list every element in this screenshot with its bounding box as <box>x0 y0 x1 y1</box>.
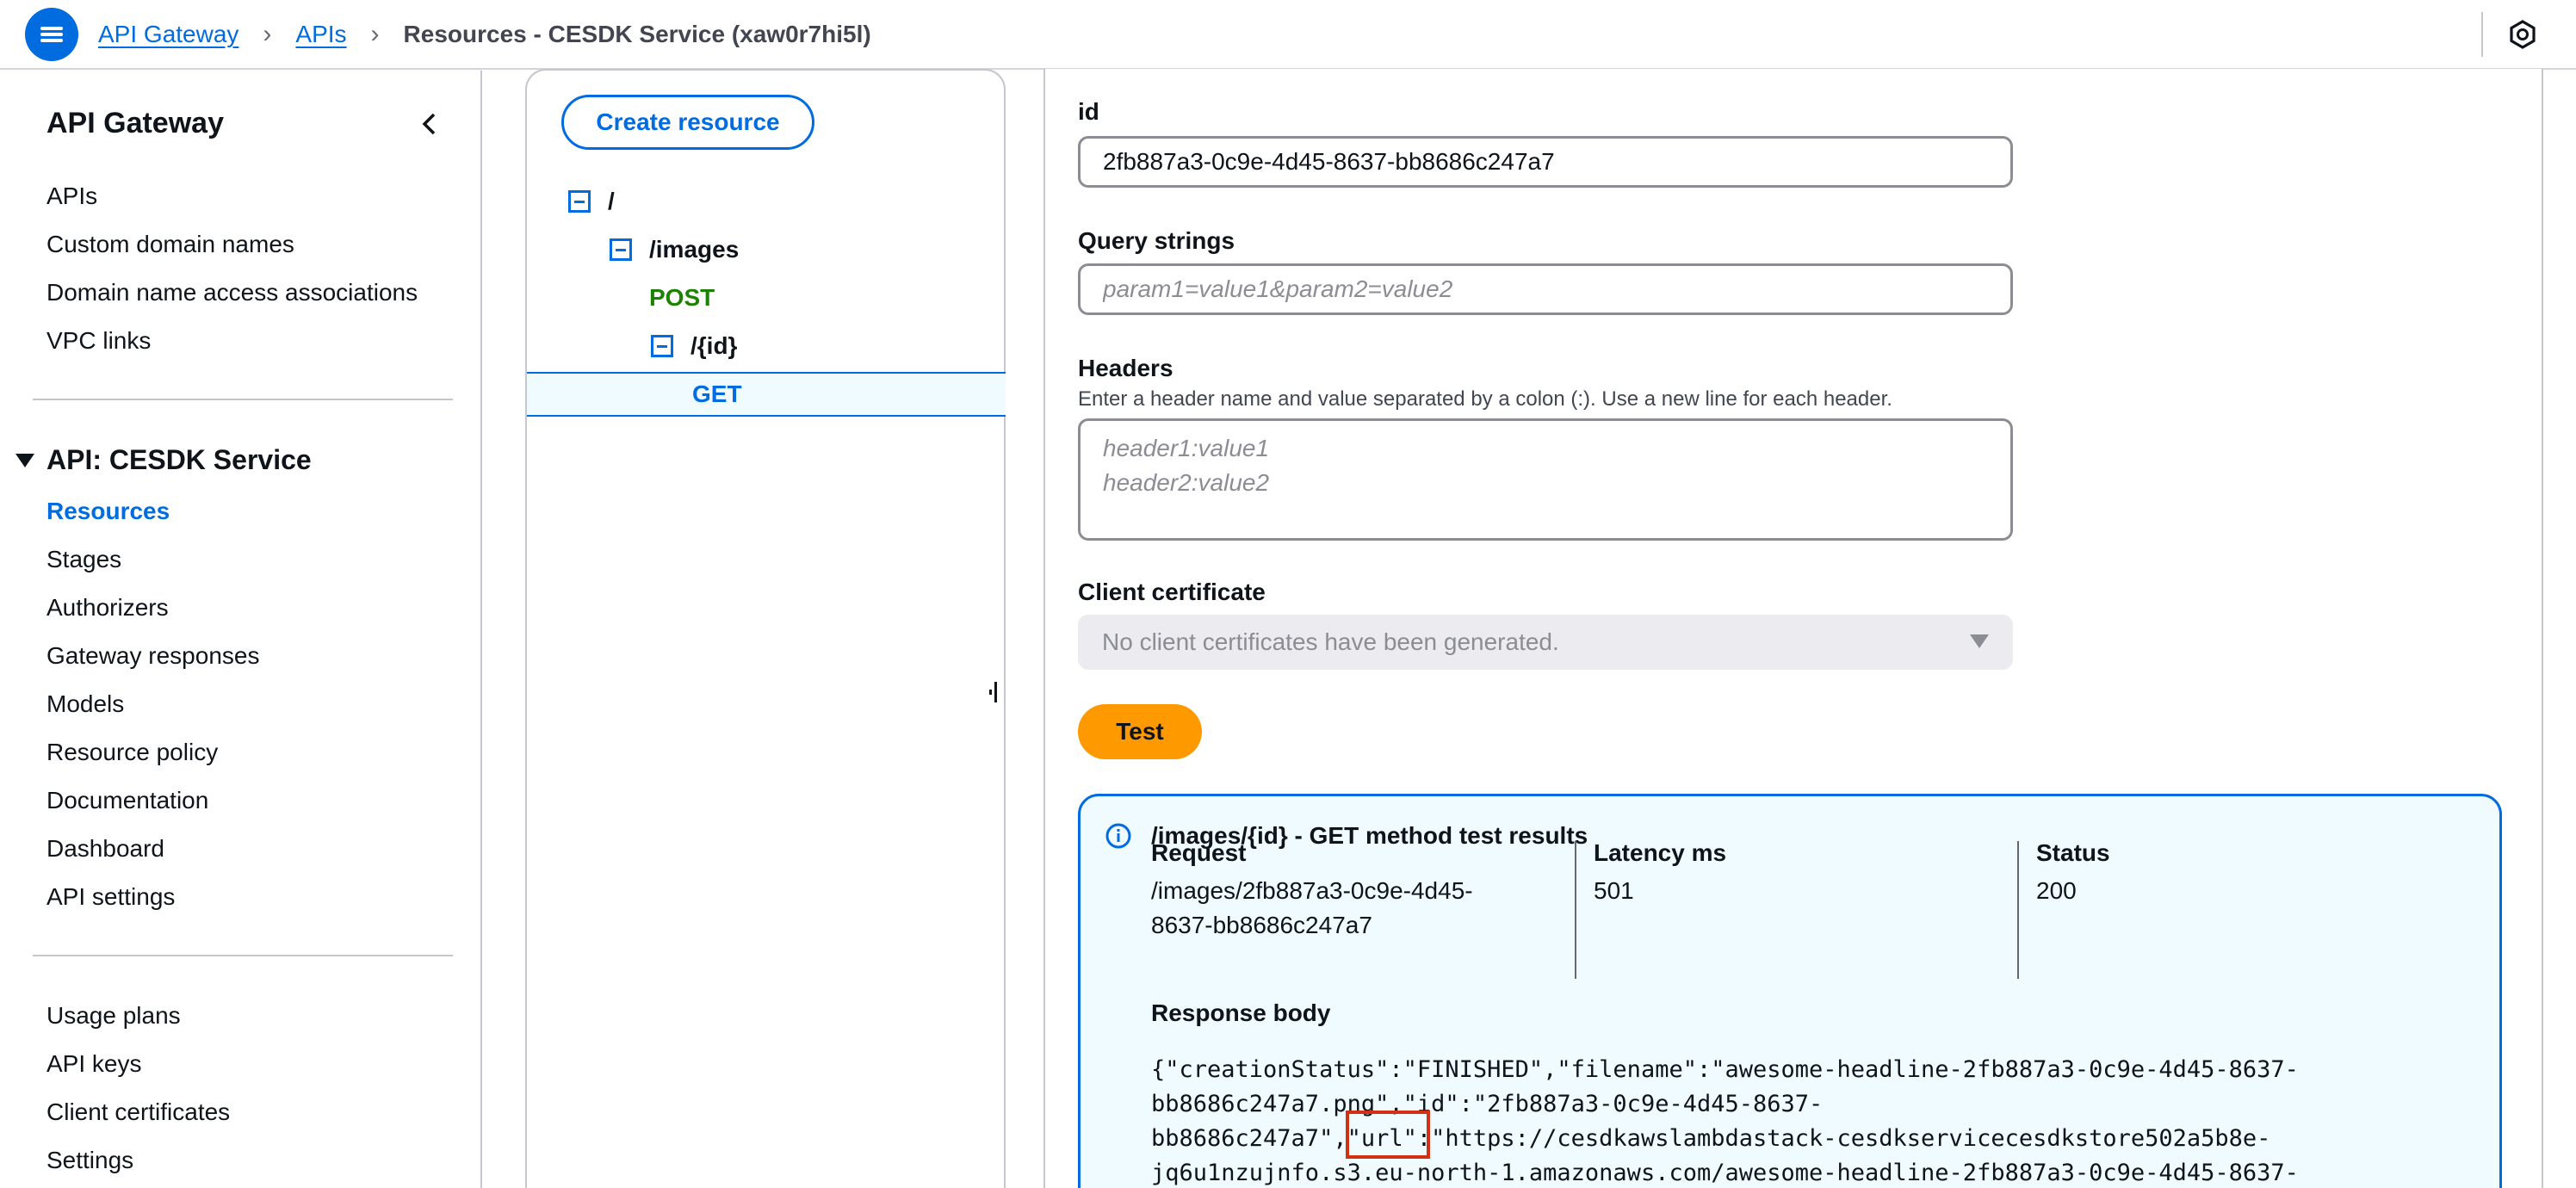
tree-method-get[interactable]: GET <box>692 381 742 408</box>
breadcrumb-current-page: Resources - CESDK Service (xaw0r7hi5l) <box>403 21 871 47</box>
toolbar-divider <box>2481 12 2483 57</box>
status-value: 200 <box>2036 877 2077 904</box>
test-method-panel: id Query strings Headers Enter a header … <box>1043 69 2543 1188</box>
nav-item-documentation[interactable]: Documentation <box>46 787 208 814</box>
caret-down-icon <box>15 453 34 467</box>
url-highlight-annotation <box>1346 1111 1430 1159</box>
client-certificate-value: No client certificates have been generat… <box>1102 628 1559 655</box>
query-strings-label: Query strings <box>1078 227 1235 254</box>
nav-divider <box>33 955 453 956</box>
tree-node-label: /{id} <box>690 332 738 359</box>
nav-item-dashboard[interactable]: Dashboard <box>46 835 164 863</box>
minus-square-icon[interactable] <box>610 238 632 261</box>
nav-item-api-settings[interactable]: API settings <box>46 883 175 911</box>
tree-node-label: /images <box>649 236 740 263</box>
test-results-panel: /images/{id} - GET method test results R… <box>1078 794 2502 1188</box>
id-label: id <box>1078 98 1099 125</box>
breadcrumb-apis[interactable]: APIs <box>295 21 346 48</box>
nav-item-resource-policy[interactable]: Resource policy <box>46 739 218 766</box>
nav-item-gateway-responses[interactable]: Gateway responses <box>46 642 259 670</box>
nav-item-vpc-links[interactable]: VPC links <box>46 327 151 355</box>
status-label: Status <box>2036 839 2110 866</box>
column-divider <box>1575 841 1576 979</box>
resource-tree-panel: Create resource / /images POST /{id} GET <box>525 69 1006 1188</box>
top-navigation-bar: API Gateway › APIs › Resources - CESDK S… <box>0 0 2576 70</box>
side-navigation: API Gateway APIs Custom domain names Dom… <box>0 71 482 1188</box>
cloudshell-icon[interactable] <box>2507 19 2538 50</box>
headers-description: Enter a header name and value separated … <box>1078 387 1892 411</box>
test-button[interactable]: Test <box>1078 704 1202 759</box>
column-divider <box>2017 841 2019 979</box>
nav-item-stages[interactable]: Stages <box>46 546 121 573</box>
nav-item-models[interactable]: Models <box>46 690 124 718</box>
caret-down-icon <box>1970 634 1989 648</box>
menu-icon[interactable] <box>25 8 78 61</box>
breadcrumb: API Gateway › APIs › Resources - CESDK S… <box>98 0 871 69</box>
tree-method-post[interactable]: POST <box>649 284 715 312</box>
nav-item-client-certificates[interactable]: Client certificates <box>46 1098 230 1126</box>
nav-item-usage-plans[interactable]: Usage plans <box>46 1002 181 1030</box>
headers-textarea[interactable] <box>1078 418 2013 541</box>
nav-item-custom-domain-names[interactable]: Custom domain names <box>46 231 294 258</box>
nav-group-api-cesdk-service[interactable]: API: CESDK Service <box>15 444 312 476</box>
response-body: {"creationStatus":"FINISHED","filename":… <box>1151 1056 2299 1186</box>
minus-square-icon[interactable] <box>568 190 591 213</box>
tree-node-images[interactable]: /images <box>610 236 739 263</box>
nav-group-title: API: CESDK Service <box>46 444 312 475</box>
client-certificate-select: No client certificates have been generat… <box>1078 615 2013 670</box>
request-value: /images/2fb887a3-0c9e-4d45- 8637-bb8686c… <box>1151 877 1473 938</box>
create-resource-button[interactable]: Create resource <box>561 95 814 150</box>
latency-value: 501 <box>1594 877 1634 904</box>
info-icon <box>1105 823 1131 849</box>
request-column: Request /images/2fb887a3-0c9e-4d45- 8637… <box>1151 839 1564 977</box>
panel-resize-handle[interactable] <box>989 680 1000 704</box>
minus-square-icon[interactable] <box>651 335 673 357</box>
latency-column: Latency ms 501 <box>1594 839 2007 977</box>
query-strings-input[interactable] <box>1078 263 2013 315</box>
chevron-left-icon[interactable] <box>417 108 443 139</box>
chevron-right-icon: › <box>370 20 380 48</box>
tree-node-id[interactable]: /{id} <box>651 332 737 360</box>
nav-item-api-keys[interactable]: API keys <box>46 1050 141 1078</box>
nav-item-resources[interactable]: Resources <box>46 498 170 525</box>
nav-item-settings[interactable]: Settings <box>46 1147 133 1174</box>
latency-label: Latency ms <box>1594 839 1727 866</box>
id-input[interactable] <box>1078 136 2013 188</box>
tree-node-label: / <box>608 188 615 214</box>
nav-title: API Gateway <box>46 107 224 139</box>
tree-selected-row[interactable] <box>527 372 1006 417</box>
status-column: Status 200 <box>2036 839 2449 977</box>
client-certificate-label: Client certificate <box>1078 579 1266 605</box>
chevron-right-icon: › <box>263 20 272 48</box>
request-label: Request <box>1151 839 1247 866</box>
headers-label: Headers <box>1078 355 1173 381</box>
tree-node-root[interactable]: / <box>568 188 615 215</box>
nav-item-domain-name-access-associations[interactable]: Domain name access associations <box>46 279 418 306</box>
nav-item-authorizers[interactable]: Authorizers <box>46 594 169 622</box>
nav-divider <box>33 399 453 400</box>
nav-item-apis[interactable]: APIs <box>46 183 97 210</box>
breadcrumb-api-gateway[interactable]: API Gateway <box>98 21 238 48</box>
response-body-label: Response body <box>1151 999 1331 1026</box>
